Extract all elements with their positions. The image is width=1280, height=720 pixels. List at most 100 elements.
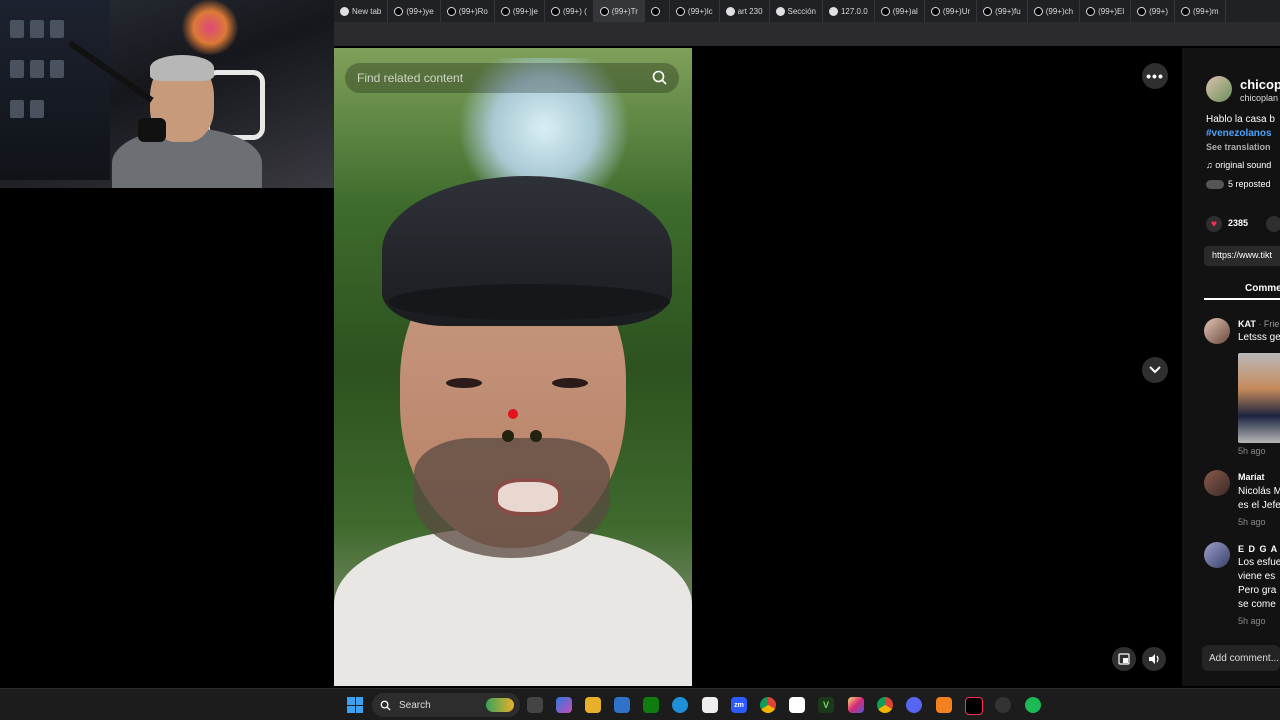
browser-tab[interactable]: Sección [770,0,823,22]
hashtag-link[interactable]: #venezolanos [1206,128,1272,139]
windows-start-icon[interactable] [347,697,363,713]
browser-tab[interactable]: (99+)m [1175,0,1226,22]
browser-tab-label: (99+) ( [562,6,587,16]
reposted-label: 5 reposted [1228,179,1271,189]
browser-tab-label: (99+)lc [687,6,713,16]
obs-icon[interactable] [995,697,1011,713]
tiktok-icon [500,6,510,16]
tiktok-icon [1086,6,1096,16]
microsoft-store-icon[interactable] [614,697,630,713]
comment-author[interactable]: KAT · Frie [1238,319,1279,329]
creator-name[interactable]: chicop [1240,77,1280,92]
file-explorer-icon[interactable] [585,697,601,713]
comment-avatar[interactable] [1204,318,1230,344]
instagram-icon[interactable] [848,697,864,713]
tiktok-icon [599,6,609,16]
browser-tab-label: Sección [787,6,816,16]
tiktok-icon [1137,6,1147,16]
tiktok-icon [880,6,890,16]
browser-tab[interactable]: (99+)Tr [593,0,645,22]
browser-tab[interactable]: (99+) ( [545,0,594,22]
comment-avatar[interactable] [1204,542,1230,568]
browser-tab[interactable]: art 230 [720,0,770,22]
browser-tab[interactable]: (99+)lc [670,0,720,22]
browser-tab[interactable] [645,0,670,22]
picture-in-picture-icon[interactable] [1112,647,1136,671]
video-player[interactable] [334,48,692,686]
comment-text: Nicolás M [1238,486,1280,497]
browser-tab[interactable]: (99+)ye [388,0,441,22]
comment-author-name[interactable]: KAT [1238,319,1256,329]
discord-icon[interactable] [906,697,922,713]
tiktok-icon[interactable] [965,697,983,715]
browser-tab-label: (99+)al [892,6,918,16]
reposted-info[interactable]: 5 reposted [1206,179,1271,190]
comment-icon[interactable] [1266,216,1280,232]
browser-tab-label: (99+)m [1193,6,1219,16]
tiktok-icon [1033,6,1043,16]
browser-tab-label: (99+)ye [406,6,434,16]
browser-tab[interactable]: (99+)Ro [441,0,495,22]
browser-tab-label: (99+)Tr [611,6,638,16]
comment-avatar[interactable] [1204,470,1230,496]
sound-label: original sound [1215,160,1272,170]
comment-text: Letsss ge [1238,332,1280,343]
new-tab-icon [340,6,349,16]
browser-tab[interactable]: (99+) [1131,0,1176,22]
creator-avatar[interactable] [1206,76,1232,102]
tiktok-icon [550,6,560,16]
video-mouth [494,478,562,516]
tiktok-icon [675,6,685,16]
more-options-icon[interactable]: ••• [1142,63,1168,89]
chrome-icon[interactable] [760,697,776,713]
browser-tab[interactable]: 127.0.0 [823,0,875,22]
copilot-icon[interactable] [556,697,572,713]
vectorworks-icon[interactable]: V [818,697,834,713]
comment-author[interactable]: Maríat [1238,472,1265,482]
comment-image[interactable] [1238,353,1280,443]
browser-tab-label: art 230 [737,6,763,16]
video-cap-brim [388,284,670,320]
add-comment-input[interactable]: Add comment... [1202,645,1280,671]
chrome-profile-icon[interactable] [877,697,893,713]
sound-link[interactable]: ♫ original sound [1206,160,1271,170]
browser-tab[interactable]: (99+)ch [1028,0,1081,22]
cloudflare-icon[interactable] [936,697,952,713]
browser-tab[interactable]: (99+)fu [977,0,1028,22]
video-nostril-right [530,430,542,442]
browser-tab[interactable]: (99+)El [1080,0,1132,22]
browser-tab[interactable]: New tab [334,0,389,22]
capcut-icon[interactable] [789,697,805,713]
related-search-input[interactable] [355,70,639,86]
repost-avatars-icon [1206,180,1224,190]
tiktok-icon [983,6,993,16]
browser-tab[interactable]: (99+)al [875,0,925,22]
zoom-icon[interactable]: zm [731,697,747,713]
tab-comments[interactable]: Comme [1245,283,1280,294]
creator-handle[interactable]: chicoplan [1240,93,1278,103]
search-icon[interactable] [651,69,669,87]
document-icon[interactable] [702,697,718,713]
taskbar: Search zm V [0,688,1280,720]
browser-toolbar [334,22,1280,46]
see-translation-link[interactable]: See translation [1206,142,1271,152]
comment-author[interactable]: E D G A R [1238,544,1280,554]
browser-tab-label: (99+)Ro [458,6,488,16]
spotify-icon[interactable] [1025,697,1041,713]
tab-underline [1204,298,1280,300]
browser-tab-label: (99+)ch [1045,6,1074,16]
chevron-down-icon[interactable] [1142,357,1168,383]
taskbar-search[interactable]: Search [372,693,520,717]
page-icon [775,6,785,16]
xbox-icon[interactable] [643,697,659,713]
browser-tab[interactable]: (99+)je [495,0,545,22]
comment-text: se come [1238,599,1276,610]
task-view-icon[interactable] [527,697,543,713]
volume-icon[interactable] [1142,647,1166,671]
related-search-bar[interactable] [345,63,679,93]
browser-tab[interactable]: (99+)Ur [925,0,978,22]
edge-icon[interactable] [672,697,688,713]
comment-text: Los esfue [1238,557,1280,568]
heart-icon[interactable]: ♥ [1206,216,1222,232]
copy-link-box[interactable]: https://www.tikt [1204,246,1280,266]
